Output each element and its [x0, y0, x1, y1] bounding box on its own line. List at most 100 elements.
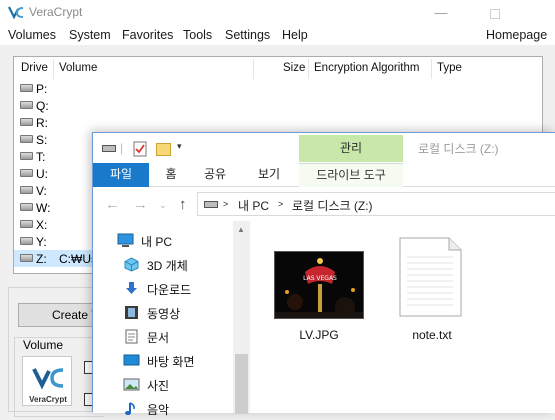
drive-icon	[20, 84, 33, 92]
file-item[interactable]: note.txt	[386, 221, 478, 342]
scrollbar-thumb[interactable]	[235, 354, 248, 414]
cube-icon	[124, 257, 139, 272]
drive-icon	[20, 101, 33, 109]
window-title: VeraCrypt	[29, 5, 83, 19]
drive-icon	[20, 203, 33, 211]
menu-volumes[interactable]: Volumes	[8, 28, 56, 42]
drive-letter: Q:	[36, 99, 49, 113]
address-bar[interactable]: > 내 PC > 로컬 디스크 (Z:)	[197, 192, 555, 216]
logo-text: VeraCrypt	[29, 395, 67, 404]
las-vegas-photo: LAS VEGAS	[275, 252, 363, 318]
chevron-right-icon[interactable]: >	[278, 199, 283, 209]
nav-item-videos[interactable]: 동영상	[123, 302, 241, 324]
new-folder-icon[interactable]	[156, 141, 171, 156]
tab-share[interactable]: 공유	[197, 163, 233, 187]
veracrypt-titlebar: VeraCrypt —	[0, 0, 555, 25]
menu-system[interactable]: System	[69, 28, 111, 42]
drive-icon	[204, 201, 218, 208]
column-size[interactable]: Size	[283, 62, 305, 74]
drive-letter: R:	[36, 116, 48, 130]
menu-favorites[interactable]: Favorites	[122, 28, 173, 42]
veracrypt-logo: VeraCrypt	[22, 356, 72, 406]
nav-item-pictures[interactable]: 사진	[123, 374, 241, 396]
maximize-button[interactable]	[472, 0, 518, 25]
nav-item-3d-objects[interactable]: 3D 개체	[123, 254, 241, 276]
video-icon	[125, 306, 138, 319]
text-file-icon	[399, 237, 462, 317]
menu-tools[interactable]: Tools	[183, 28, 212, 42]
desktop-icon	[123, 354, 140, 366]
nav-pane-scrollbar[interactable]: ▲	[233, 221, 250, 414]
picture-icon	[123, 378, 140, 391]
nav-item-downloads[interactable]: 다운로드	[123, 278, 241, 300]
drive-icon	[20, 152, 33, 160]
drive-icon	[20, 186, 33, 194]
navigation-bar: ← → ⌄ ↑ > 내 PC > 로컬 디스크 (Z:)	[93, 188, 555, 220]
file-name: LV.JPG	[299, 328, 339, 342]
tab-home[interactable]: 홈	[155, 163, 187, 187]
tab-drive-tools[interactable]: 드라이브 도구	[299, 163, 403, 187]
column-drive[interactable]: Drive	[21, 62, 48, 74]
back-arrow-icon[interactable]: ←	[105, 196, 120, 213]
breadcrumb-pc[interactable]: 내 PC	[238, 197, 269, 214]
properties-icon[interactable]	[133, 141, 147, 157]
sign-text: LAS VEGAS	[303, 275, 337, 282]
explorer-window: | ▾ 관리 로컬 디스크 (Z:) 파일 홈 공유 보기 드라이브 도구 ← …	[92, 132, 555, 417]
file-item[interactable]: LAS VEGAS LV.JPG	[273, 221, 365, 342]
drive-letter: U:	[36, 167, 48, 181]
file-name: note.txt	[412, 328, 452, 342]
pc-icon	[117, 233, 134, 247]
drive-letter: Z:	[36, 252, 47, 266]
breadcrumb-drive[interactable]: 로컬 디스크 (Z:)	[292, 197, 373, 214]
quick-access-toolbar: | ▾ 관리 로컬 디스크 (Z:)	[93, 133, 555, 163]
scroll-up-icon[interactable]: ▲	[237, 225, 245, 234]
menu-settings[interactable]: Settings	[225, 28, 270, 42]
drive-icon	[20, 169, 33, 177]
drive-icon	[102, 145, 116, 152]
drive-icon	[20, 220, 33, 228]
customize-toolbar-icon[interactable]: ▾	[177, 141, 182, 152]
drive-letter: S:	[36, 133, 48, 147]
drive-letter: P:	[36, 82, 48, 96]
drive-row[interactable]: R:	[14, 114, 542, 131]
menu-help[interactable]: Help	[282, 28, 308, 42]
forward-arrow-icon[interactable]: →	[133, 196, 148, 213]
veracrypt-logo-icon	[8, 6, 24, 19]
drive-letter: V:	[36, 184, 47, 198]
drive-row[interactable]: Q:	[14, 97, 542, 114]
minimize-button[interactable]: —	[418, 0, 464, 25]
drive-letter: W:	[36, 201, 51, 215]
drive-icon	[20, 118, 33, 126]
drive-letter: T:	[36, 150, 46, 164]
chevron-right-icon[interactable]: >	[223, 199, 228, 209]
image-thumbnail: LAS VEGAS	[274, 251, 364, 319]
up-arrow-icon[interactable]: ↑	[179, 196, 187, 213]
column-encryption-algorithm[interactable]: Encryption Algorithm	[314, 62, 419, 74]
menu-homepage[interactable]: Homepage	[486, 28, 547, 42]
volume-group-label: Volume	[21, 338, 66, 352]
menu-bar: Volumes System Favorites Tools Settings …	[0, 25, 555, 45]
column-volume[interactable]: Volume	[59, 62, 97, 74]
drive-icon	[20, 135, 33, 143]
ribbon-tabs: 파일 홈 공유 보기 드라이브 도구	[93, 163, 555, 187]
drive-row[interactable]: P:	[14, 80, 542, 97]
veracrypt-logo-icon	[32, 368, 64, 390]
nav-item-documents[interactable]: 문서	[123, 326, 241, 348]
nav-item-desktop[interactable]: 바탕 화면	[123, 350, 241, 372]
drive-icon	[20, 254, 33, 262]
column-type[interactable]: Type	[437, 62, 462, 74]
tab-file[interactable]: 파일	[93, 163, 149, 187]
recent-locations-icon[interactable]: ⌄	[159, 200, 167, 211]
drive-letter: Y:	[36, 235, 47, 249]
drive-letter: X:	[36, 218, 48, 232]
navigation-pane: 내 PC 3D 개체 다운로드 동영상 문서 바탕 화면 사진 음악	[93, 221, 251, 417]
window-title: 로컬 디스크 (Z:)	[418, 142, 499, 156]
nav-item-my-pc[interactable]: 내 PC	[117, 230, 235, 252]
tab-view[interactable]: 보기	[251, 163, 287, 187]
download-icon	[126, 282, 137, 294]
file-view: LAS VEGAS LV.JPG note.txt	[251, 221, 555, 413]
drive-icon	[20, 237, 33, 245]
music-icon	[125, 402, 135, 415]
nav-item-music[interactable]: 음악	[123, 398, 241, 420]
manage-tab[interactable]: 관리	[299, 135, 403, 162]
